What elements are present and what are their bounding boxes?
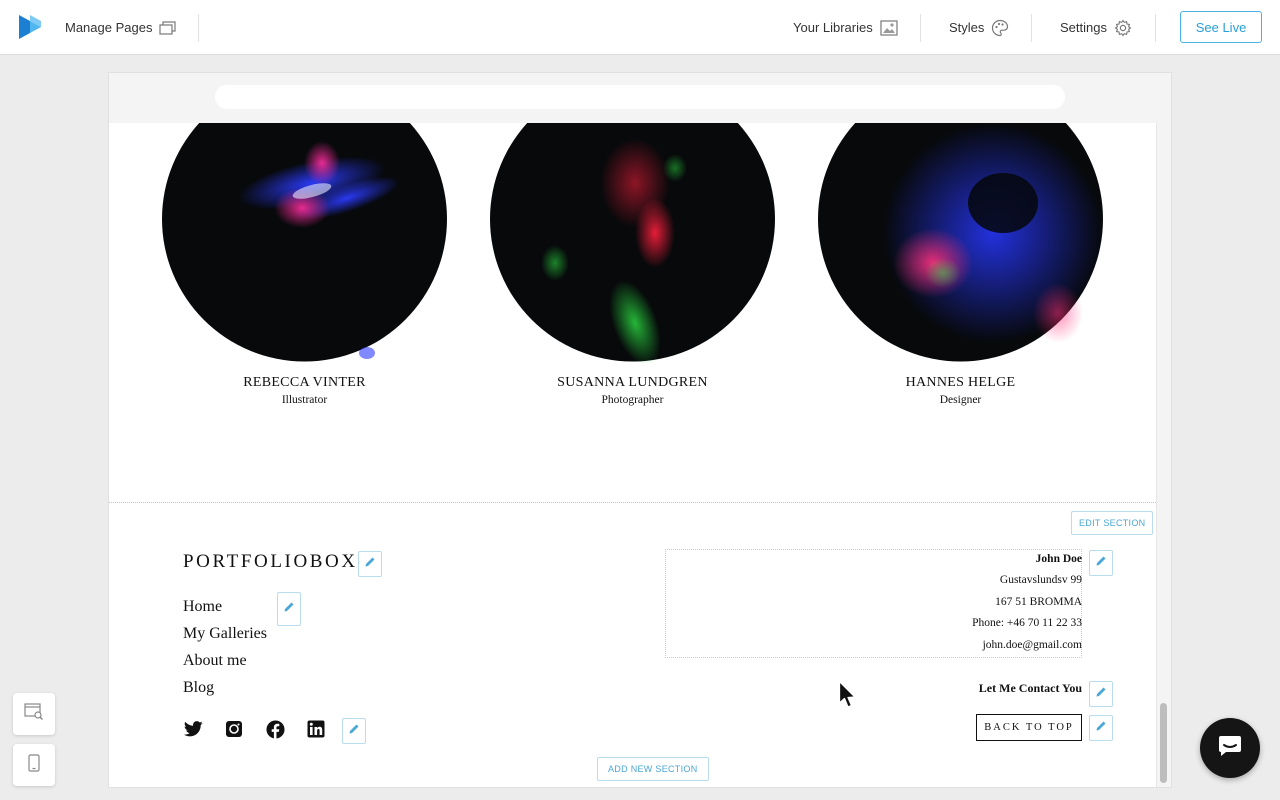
team-member-role: Illustrator [281,394,328,406]
seo-preview-button[interactable] [13,693,55,735]
edit-contact-link-button[interactable] [1089,681,1113,707]
styles-button[interactable]: Styles [949,0,1009,55]
team-member-card: HANNES HELGE Designer [818,123,1103,406]
back-to-top-button[interactable]: BACK TO TOP [976,714,1082,741]
gear-icon [1114,19,1132,37]
palette-icon [991,19,1009,37]
your-libraries-button[interactable]: Your Libraries [793,0,898,55]
footer-nav-home[interactable]: Home [183,593,267,620]
edit-contact-button[interactable] [1089,550,1113,576]
let-me-contact-you-link[interactable]: Let Me Contact You [979,681,1082,696]
preview-search-icon [24,702,44,726]
team-member-name: REBECCA VINTER [243,375,366,390]
contact-name: John Doe [1035,553,1082,565]
toolbar-divider [1031,14,1032,42]
instagram-icon[interactable] [223,718,245,740]
canvas-scrollbar-thumb[interactable] [1160,703,1167,783]
pencil-icon [1095,554,1107,572]
canvas-scrollbar-track[interactable] [1156,123,1171,787]
contact-street: Gustavslundsv 99 [999,574,1082,586]
preview-browser-bar [109,73,1171,123]
team-member-photo[interactable] [162,123,447,363]
toolbar-divider [1155,14,1156,42]
page-preview-canvas: REBECCA VINTER Illustrator SUSANNA LUNDG… [109,73,1171,787]
section-divider [109,502,1156,503]
see-live-button[interactable]: See Live [1180,11,1262,43]
team-member-name: HANNES HELGE [905,375,1016,390]
twitter-icon[interactable] [182,718,204,740]
facebook-icon[interactable] [264,718,286,740]
your-libraries-label: Your Libraries [793,20,873,35]
team-member-name: SUSANNA LUNDGREN [557,375,708,390]
footer-brand: PORTFOLIOBOX [183,551,358,572]
toolbar-divider [198,14,199,42]
footer-nav-blog[interactable]: Blog [183,674,267,701]
libraries-icon [880,19,898,36]
pencil-icon [348,722,360,740]
chat-icon [1217,734,1243,763]
chat-launcher-button[interactable] [1200,718,1260,778]
preview-url-field [215,85,1065,109]
edit-brand-button[interactable] [358,551,382,577]
edit-back-to-top-button[interactable] [1089,715,1113,741]
team-member-photo[interactable] [490,123,775,363]
team-member-card: REBECCA VINTER Illustrator [162,123,447,406]
add-new-section-button[interactable]: ADD NEW SECTION [597,757,709,781]
footer-nav-about-me[interactable]: About me [183,647,267,674]
settings-button[interactable]: Settings [1060,0,1132,55]
footer-nav: Home My Galleries About me Blog [183,593,267,701]
mobile-view-button[interactable] [13,744,55,786]
app-logo[interactable] [16,13,44,41]
settings-label: Settings [1060,20,1107,35]
edit-section-button[interactable]: EDIT SECTION [1071,511,1154,535]
contact-city: 167 51 BROMMA [995,596,1082,608]
pencil-icon [1095,719,1107,737]
edit-social-button[interactable] [342,718,366,744]
contact-phone: Phone: +46 70 11 22 33 [972,617,1082,629]
styles-label: Styles [949,20,985,35]
top-toolbar: Manage Pages Your Libraries Styles Setti… [0,0,1280,55]
contact-email[interactable]: john.doe@gmail.com [983,639,1082,651]
team-member-role: Designer [939,394,982,406]
mobile-icon [28,753,40,777]
linkedin-icon[interactable] [305,718,327,740]
team-member-photo[interactable] [818,123,1103,363]
pencil-icon [364,555,376,573]
toolbar-divider [920,14,921,42]
team-member-role: Photographer [601,394,664,406]
team-member-card: SUSANNA LUNDGREN Photographer [490,123,775,406]
manage-pages-button[interactable]: Manage Pages [65,0,177,55]
pencil-icon [283,600,295,618]
pencil-icon [1095,685,1107,703]
manage-pages-label: Manage Pages [65,20,153,35]
edit-menu-button[interactable] [277,592,301,626]
footer-nav-my-galleries[interactable]: My Galleries [183,620,267,647]
pages-icon [159,20,177,35]
mouse-cursor-icon [838,680,856,708]
